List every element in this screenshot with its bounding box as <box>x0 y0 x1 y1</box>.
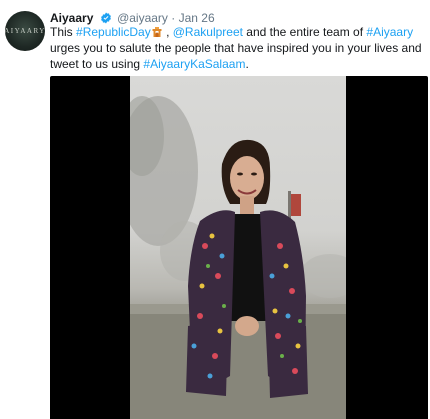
avatar-logo-text: AIYAARY <box>5 27 45 35</box>
display-name[interactable]: Aiyaary <box>50 11 93 25</box>
video-frame <box>130 76 346 419</box>
handle[interactable]: @aiyaary <box>117 11 168 25</box>
tweet-text: This #RepublicDay , @Rakulpreet and the … <box>50 24 428 72</box>
video-player[interactable] <box>50 76 428 419</box>
flag-gate-icon <box>152 27 162 37</box>
separator-dot: · <box>171 11 176 25</box>
video-frame-image <box>130 96 346 419</box>
hashtag-republicday[interactable]: #RepublicDay <box>76 25 151 39</box>
text-segment: and the entire team of <box>242 25 367 39</box>
verified-icon <box>100 12 111 24</box>
hashtag-aiyaary[interactable]: #Aiyaary <box>366 25 413 39</box>
avatar[interactable]: AIYAARY <box>5 11 45 51</box>
mention-rakulpreet[interactable]: @Rakulpreet <box>173 25 243 39</box>
text-segment: . <box>245 57 249 71</box>
hashtag-aiyaarykasalaam[interactable]: #AiyaaryKaSalaam <box>143 57 245 71</box>
text-segment: This <box>50 25 77 39</box>
text-segment: , <box>162 25 173 39</box>
tweet-date[interactable]: Jan 26 <box>179 11 215 25</box>
